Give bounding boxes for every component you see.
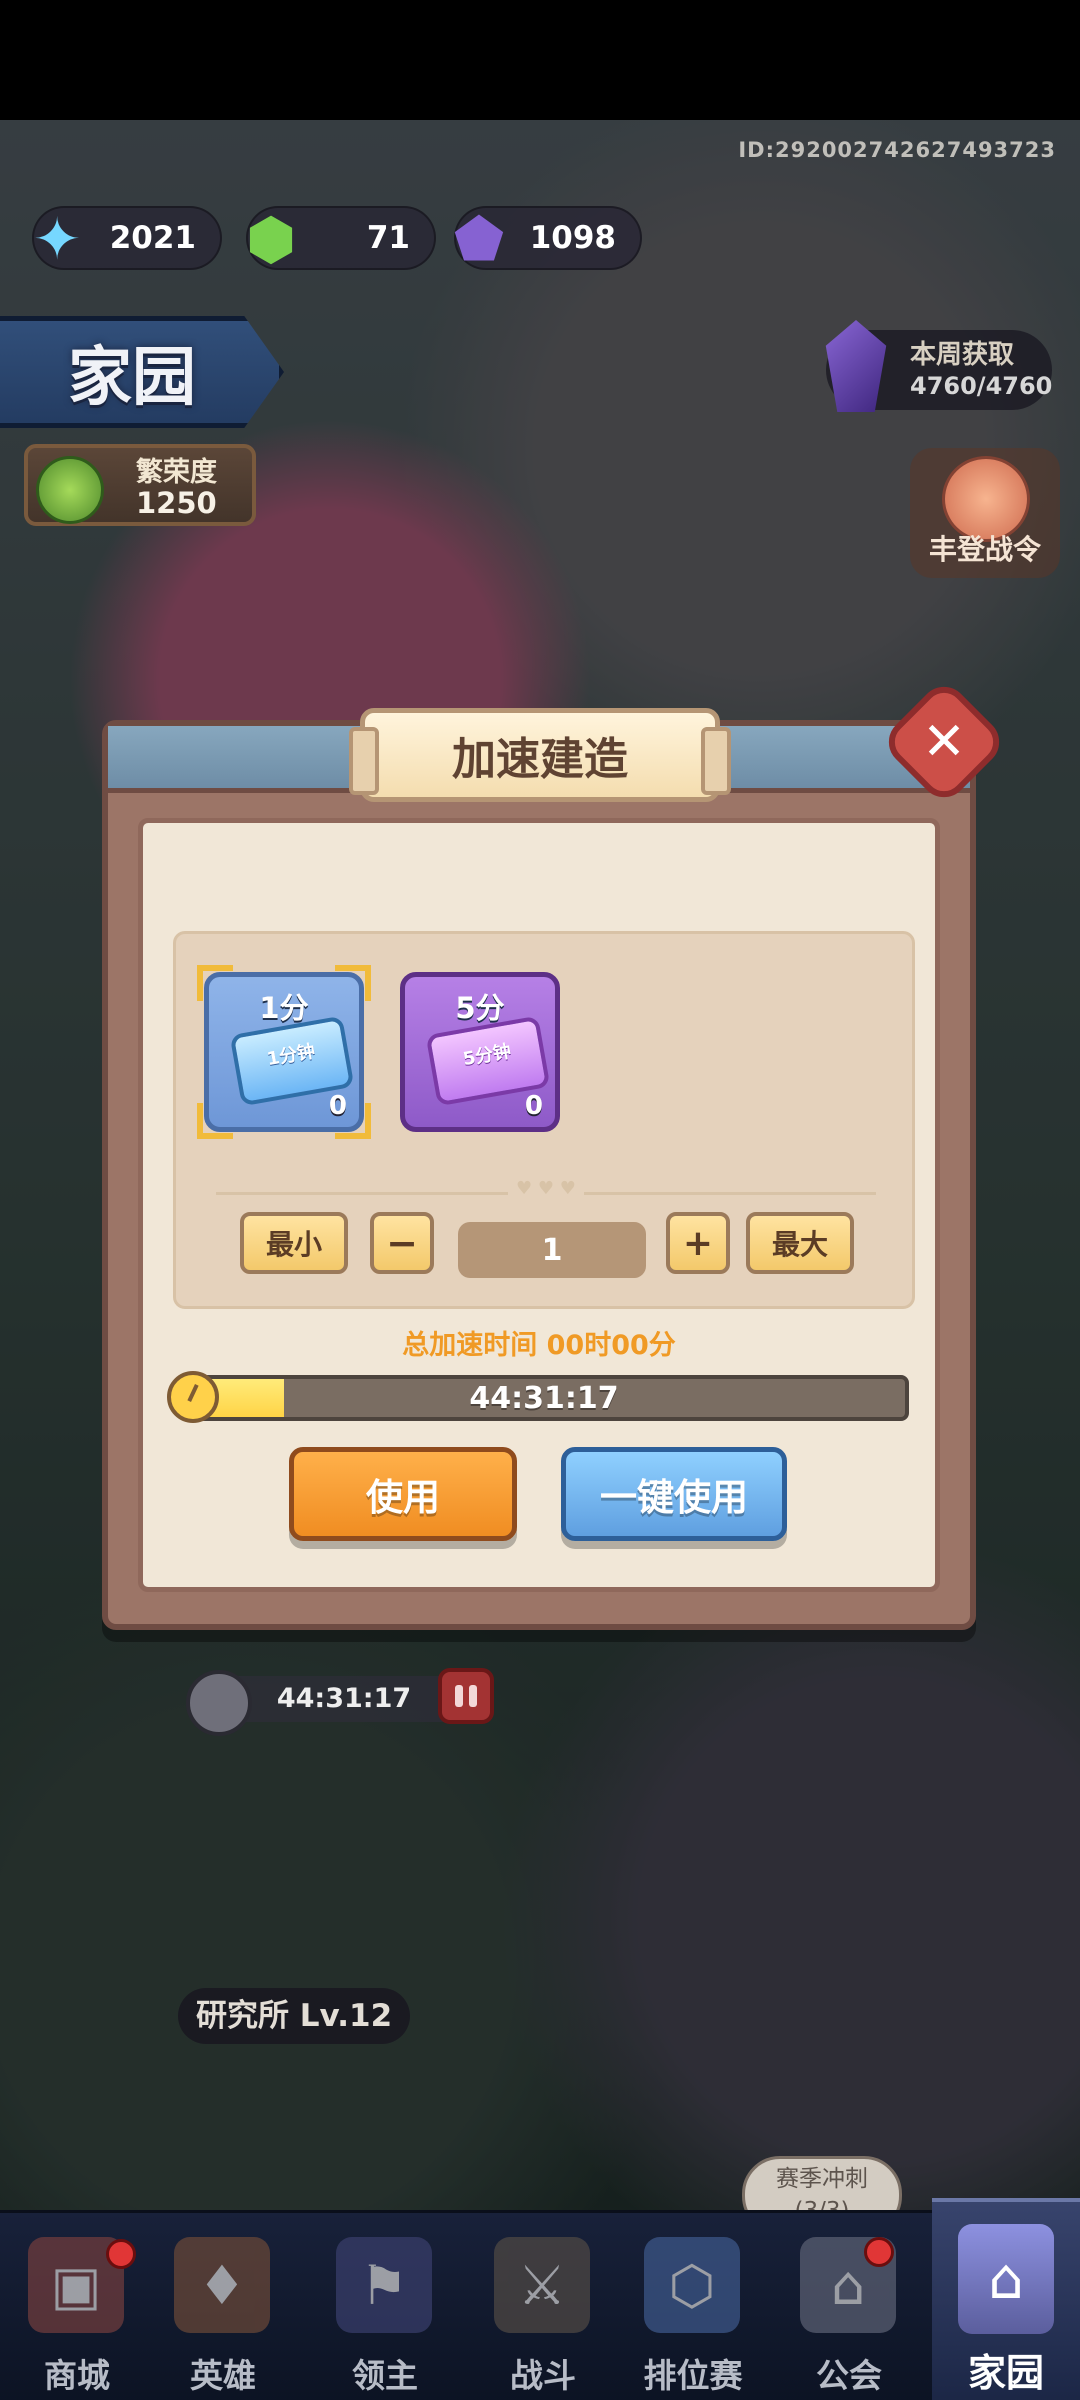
- resource-green-gem[interactable]: ⬢ 71: [246, 205, 436, 273]
- resource-purple-crystal-value: 1098: [529, 220, 616, 256]
- nav-heroes[interactable]: ♦ 英雄: [150, 2221, 296, 2400]
- nav-battle-label: 战斗: [510, 2356, 576, 2395]
- ranked-shield-icon: ⬡: [644, 2237, 740, 2333]
- nav-guild[interactable]: ⌂ 公会: [776, 2221, 922, 2400]
- speedup-item-count: 0: [524, 1091, 543, 1121]
- weekly-gain-label: 本周获取: [910, 340, 1015, 370]
- nav-ranked[interactable]: ⬡ 排位赛: [620, 2221, 766, 2400]
- pause-button[interactable]: [438, 1668, 494, 1724]
- stopwatch-icon: [186, 1670, 252, 1736]
- weekly-gain-value: 4760/4760: [910, 372, 1053, 400]
- status-bar: [0, 0, 1080, 120]
- prosperity-leaf-icon: [36, 456, 104, 524]
- speedup-items-panel: 1分 1分钟 0 5分 5分钟 0 最小 − 1 +: [173, 931, 915, 1309]
- speed-ticket-text: 1分钟: [265, 1041, 317, 1071]
- bottom-navigation: ▣ 商城 ♦ 英雄 ⚑ 领主 ⚔ 战斗 ⬡ 排位赛 ⌂ 公会: [0, 2210, 1080, 2400]
- use-button[interactable]: 使用: [289, 1447, 517, 1541]
- home-castle-icon: ⌂: [958, 2224, 1054, 2334]
- speedup-item-1min[interactable]: 1分 1分钟 0: [197, 965, 371, 1139]
- selection-corner: [197, 1103, 233, 1139]
- resource-crystal-value: 2021: [109, 220, 196, 256]
- crystal-icon: ✦: [32, 205, 82, 273]
- quantity-field[interactable]: 1: [458, 1222, 646, 1278]
- min-button[interactable]: 最小: [240, 1212, 348, 1274]
- weekly-gain-panel[interactable]: 本周获取 4760/4760: [825, 320, 1053, 412]
- nav-guild-label: 公会: [816, 2356, 882, 2395]
- harvest-pass-button[interactable]: 丰登战令: [910, 448, 1060, 578]
- nav-shop[interactable]: ▣ 商城: [4, 2221, 150, 2400]
- home-title: 家园: [68, 341, 196, 415]
- resource-crystal[interactable]: ✦ 2021: [32, 205, 222, 273]
- build-remaining-time: 44:31:17: [469, 1380, 619, 1416]
- harvest-pass-label: 丰登战令: [928, 533, 1041, 566]
- decrease-button[interactable]: −: [370, 1212, 434, 1274]
- building-timer-text: 44:31:17: [276, 1683, 412, 1714]
- nav-shop-label: 商城: [44, 2356, 110, 2395]
- nav-lord-label: 领主: [352, 2356, 418, 2395]
- nav-ranked-label: 排位赛: [643, 2356, 743, 2395]
- modal-title: 加速建造: [349, 708, 731, 802]
- nav-lord[interactable]: ⚑ 领主: [312, 2221, 458, 2400]
- nav-heroes-label: 英雄: [190, 2356, 256, 2395]
- close-icon: ✕: [922, 712, 966, 772]
- increase-button[interactable]: +: [666, 1212, 730, 1274]
- notification-dot: [106, 2239, 136, 2269]
- player-id: ID:292002742627493723: [738, 138, 1056, 162]
- nav-home[interactable]: ⌂ 家园: [932, 2198, 1080, 2400]
- green-gem-icon: ⬢: [245, 205, 297, 273]
- speed-ticket-text: 5分钟: [461, 1041, 513, 1071]
- max-button[interactable]: 最大: [746, 1212, 854, 1274]
- divider: [216, 1178, 876, 1199]
- prosperity-panel[interactable]: 繁荣度 1250: [24, 444, 256, 526]
- hero-card-icon: ♦: [174, 2237, 270, 2333]
- prosperity-label: 繁荣度: [136, 457, 217, 488]
- nav-battle[interactable]: ⚔ 战斗: [470, 2221, 616, 2400]
- resource-purple-crystal[interactable]: ⬟ 1098: [454, 205, 642, 273]
- one-click-use-button[interactable]: 一键使用: [561, 1447, 787, 1541]
- resource-green-gem-value: 71: [366, 220, 410, 256]
- build-progress-bar: 44:31:17: [167, 1371, 909, 1423]
- nav-home-label: 家园: [967, 2351, 1044, 2395]
- research-building-label[interactable]: 研究所 Lv.12: [178, 1988, 411, 2044]
- lord-banner-icon: ⚑: [336, 2237, 432, 2333]
- modal-content: 1分 1分钟 0 5分 5分钟 0 最小 − 1 +: [138, 818, 940, 1592]
- speedup-item-count: 0: [328, 1091, 347, 1121]
- purple-crystal-icon: ⬟: [453, 205, 505, 273]
- speedup-item-5min[interactable]: 5分 5分钟 0: [400, 972, 560, 1132]
- battle-icon: ⚔: [494, 2237, 590, 2333]
- total-speedup-text: 总加速时间 00时00分: [402, 1330, 676, 1361]
- game-screen: ID:292002742627493723 ✦ 2021 ⬢ 71 ⬟ 1098…: [0, 0, 1080, 2400]
- speedup-modal: 加速建造 ✕ 1分 1分钟 0 5分 5分钟 0 ♥ ♥ ♥ 最小 − 1 + …: [102, 676, 1010, 1630]
- notification-dot: [864, 2237, 894, 2267]
- prosperity-value: 1250: [136, 486, 217, 520]
- season-sprint-label: 赛季冲刺: [776, 2166, 868, 2192]
